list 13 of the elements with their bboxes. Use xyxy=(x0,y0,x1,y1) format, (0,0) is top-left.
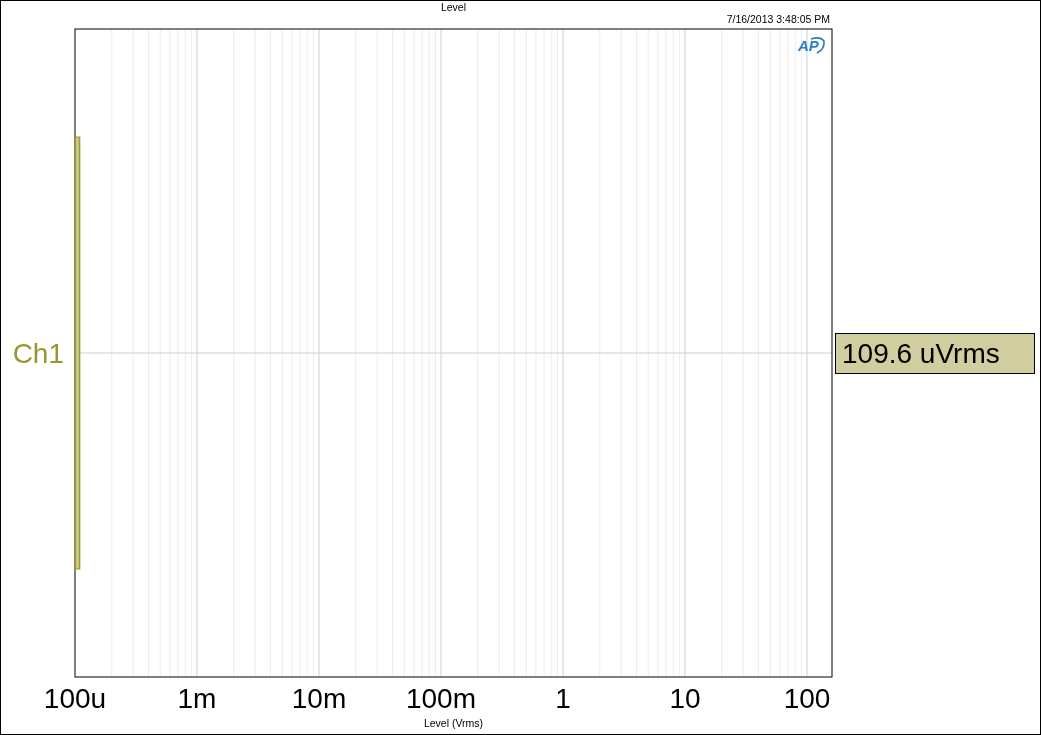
level-readout: 109.6 uVrms xyxy=(835,333,1035,374)
axis-tick-label: 1m xyxy=(177,683,217,714)
channel-label: Ch1 xyxy=(12,338,64,369)
axis-tick-label: 100m xyxy=(406,683,476,714)
axis-tick-label: 10 xyxy=(669,683,701,714)
timestamp: 7/16/2013 3:48:05 PM xyxy=(726,13,830,25)
axis-tick-label: 100u xyxy=(43,683,107,714)
chart-title: Level xyxy=(440,1,467,13)
axis-tick-label: 100 xyxy=(783,683,831,714)
axis-tick-label: 10m xyxy=(291,683,347,714)
axis-title: Level (Vrms) xyxy=(423,717,484,729)
ap-logo: AP xyxy=(798,37,825,54)
axis-tick-label: 1 xyxy=(555,683,571,714)
